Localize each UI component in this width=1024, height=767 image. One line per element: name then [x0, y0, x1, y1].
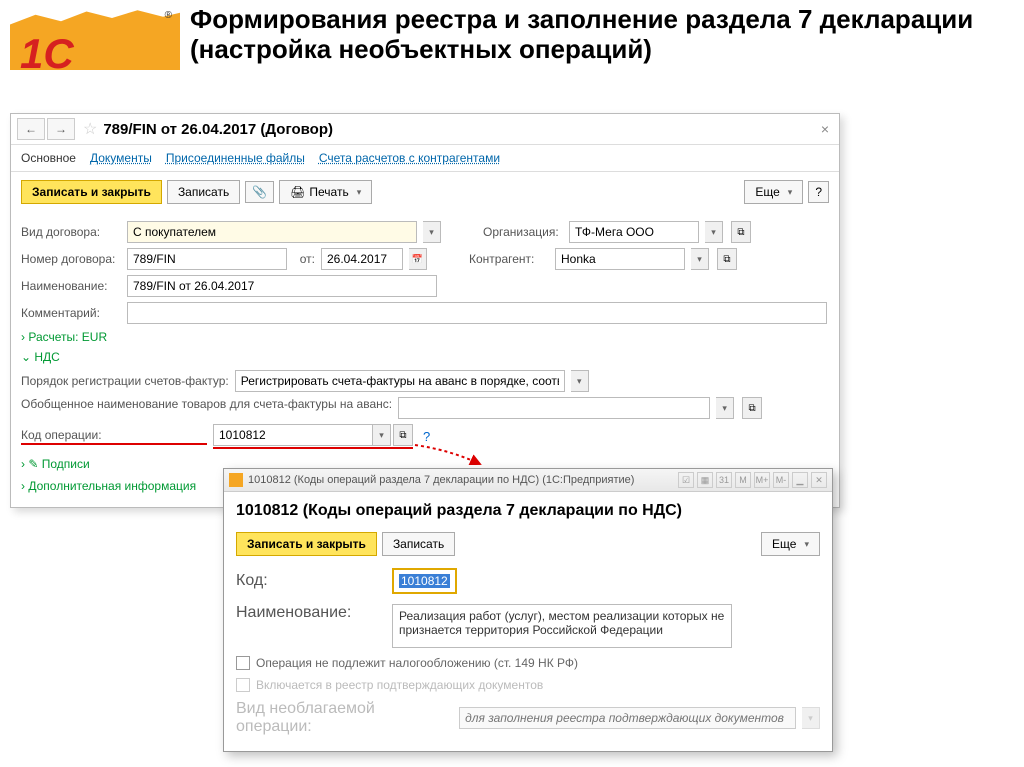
link-signatures[interactable]: ✎ Подписи — [21, 457, 90, 471]
tab-accounts[interactable]: Счета расчетов с контрагентами — [319, 151, 500, 165]
save-button[interactable]: Записать — [382, 532, 455, 556]
printer-icon: 🖨 — [290, 185, 305, 199]
close-icon[interactable]: ✕ — [811, 472, 827, 488]
dropdown-icon[interactable]: ▾ — [716, 397, 734, 419]
checkbox-icon — [236, 678, 250, 692]
nontax-kind-input — [459, 707, 796, 729]
label-reg-order: Порядок регистрации счетов-фактур: — [21, 374, 229, 388]
dropdown-icon[interactable]: ▾ — [423, 221, 441, 243]
tab-main[interactable]: Основное — [21, 151, 76, 165]
dialog-heading: 1010812 (Коды операций раздела 7 деклара… — [236, 502, 820, 520]
tb-calc-icon[interactable]: ▦ — [697, 472, 713, 488]
save-button[interactable]: Записать — [167, 180, 240, 204]
code-input[interactable]: 1010812 — [392, 568, 457, 594]
open-icon[interactable]: ⧉ — [717, 248, 737, 270]
label-gen-name: Обобщенное наименование товаров для счет… — [21, 397, 392, 413]
link-vat[interactable]: НДС — [21, 350, 60, 364]
link-extra-info[interactable]: Дополнительная информация — [21, 479, 196, 493]
more-button[interactable]: Еще — [761, 532, 820, 556]
contract-no-input[interactable] — [127, 248, 287, 270]
label-org: Организация: — [483, 225, 563, 239]
label-nontax-kind: Вид необлагаемой операции: — [236, 700, 453, 736]
tb-mminus[interactable]: M- — [773, 472, 789, 488]
dropdown-icon[interactable]: ▾ — [571, 370, 589, 392]
label-name: Наименование: — [21, 279, 121, 293]
org-input[interactable] — [569, 221, 699, 243]
save-close-button[interactable]: Записать и закрыть — [21, 180, 162, 204]
tb-min-icon[interactable]: ▁ — [792, 472, 808, 488]
date-input[interactable] — [321, 248, 403, 270]
op-code-input[interactable] — [213, 424, 373, 446]
logo-1c: 1С ® — [10, 5, 180, 85]
help-button[interactable]: ? — [808, 181, 829, 203]
close-icon[interactable]: × — [817, 121, 833, 137]
name-input[interactable] — [127, 275, 437, 297]
name-textarea[interactable]: Реализация работ (услуг), местом реализа… — [392, 604, 732, 648]
tab-documents[interactable]: Документы — [90, 151, 152, 165]
checkbox-not-taxable[interactable]: Операция не подлежит налогообложению (ст… — [236, 656, 820, 670]
calendar-icon[interactable]: 📅 — [409, 248, 427, 270]
dialog-titlebar: 1010812 (Коды операций раздела 7 деклара… — [248, 474, 678, 486]
dropdown-icon: ▾ — [802, 707, 820, 729]
dropdown-icon[interactable]: ▾ — [705, 221, 723, 243]
tb-m[interactable]: M — [735, 472, 751, 488]
checkbox-icon — [236, 656, 250, 670]
counterparty-input[interactable] — [555, 248, 685, 270]
logo-icon — [229, 473, 243, 487]
label-contract-type: Вид договора: — [21, 225, 121, 239]
tb-save-icon[interactable]: ☑ — [678, 472, 694, 488]
contract-window: ← → ☆ 789/FIN от 26.04.2017 (Договор) × … — [10, 113, 840, 508]
window-title: 789/FIN от 26.04.2017 (Договор) — [103, 121, 333, 138]
dropdown-icon[interactable]: ▾ — [373, 424, 391, 446]
label-code: Код: — [236, 572, 386, 590]
label-comment: Комментарий: — [21, 306, 121, 320]
open-icon[interactable]: ⧉ — [393, 424, 413, 446]
reg-order-input[interactable] — [235, 370, 565, 392]
slide-title: Формирования реестра и заполнение раздел… — [180, 5, 1014, 65]
link-settlements[interactable]: Расчеты: EUR — [21, 330, 107, 344]
attach-button[interactable]: 📎 — [245, 181, 274, 203]
help-icon[interactable]: ? — [423, 429, 430, 444]
comment-input[interactable] — [127, 302, 827, 324]
tb-cal-icon[interactable]: 31 — [716, 472, 732, 488]
label-from: от: — [293, 252, 315, 266]
favorite-icon[interactable]: ☆ — [83, 119, 97, 139]
label-contract-no: Номер договора: — [21, 252, 121, 266]
open-icon[interactable]: ⧉ — [742, 397, 762, 419]
label-name: Наименование: — [236, 604, 386, 622]
label-op-code: Код операции: — [21, 428, 207, 445]
print-button[interactable]: 🖨Печать — [279, 180, 372, 204]
save-close-button[interactable]: Записать и закрыть — [236, 532, 377, 556]
gen-name-input[interactable] — [398, 397, 710, 419]
nav-back-button[interactable]: ← — [17, 118, 45, 140]
open-icon[interactable]: ⧉ — [731, 221, 751, 243]
dropdown-icon[interactable]: ▾ — [691, 248, 709, 270]
tb-mplus[interactable]: M+ — [754, 472, 770, 488]
tab-files[interactable]: Присоединенные файлы — [166, 151, 305, 165]
op-code-dialog: 1010812 (Коды операций раздела 7 деклара… — [223, 468, 833, 752]
nav-forward-button[interactable]: → — [47, 118, 75, 140]
label-counterparty: Контрагент: — [469, 252, 549, 266]
checkbox-include-registry: Включается в реестр подтверждающих докум… — [236, 678, 820, 692]
contract-type-input[interactable] — [127, 221, 417, 243]
more-button[interactable]: Еще — [744, 180, 803, 204]
